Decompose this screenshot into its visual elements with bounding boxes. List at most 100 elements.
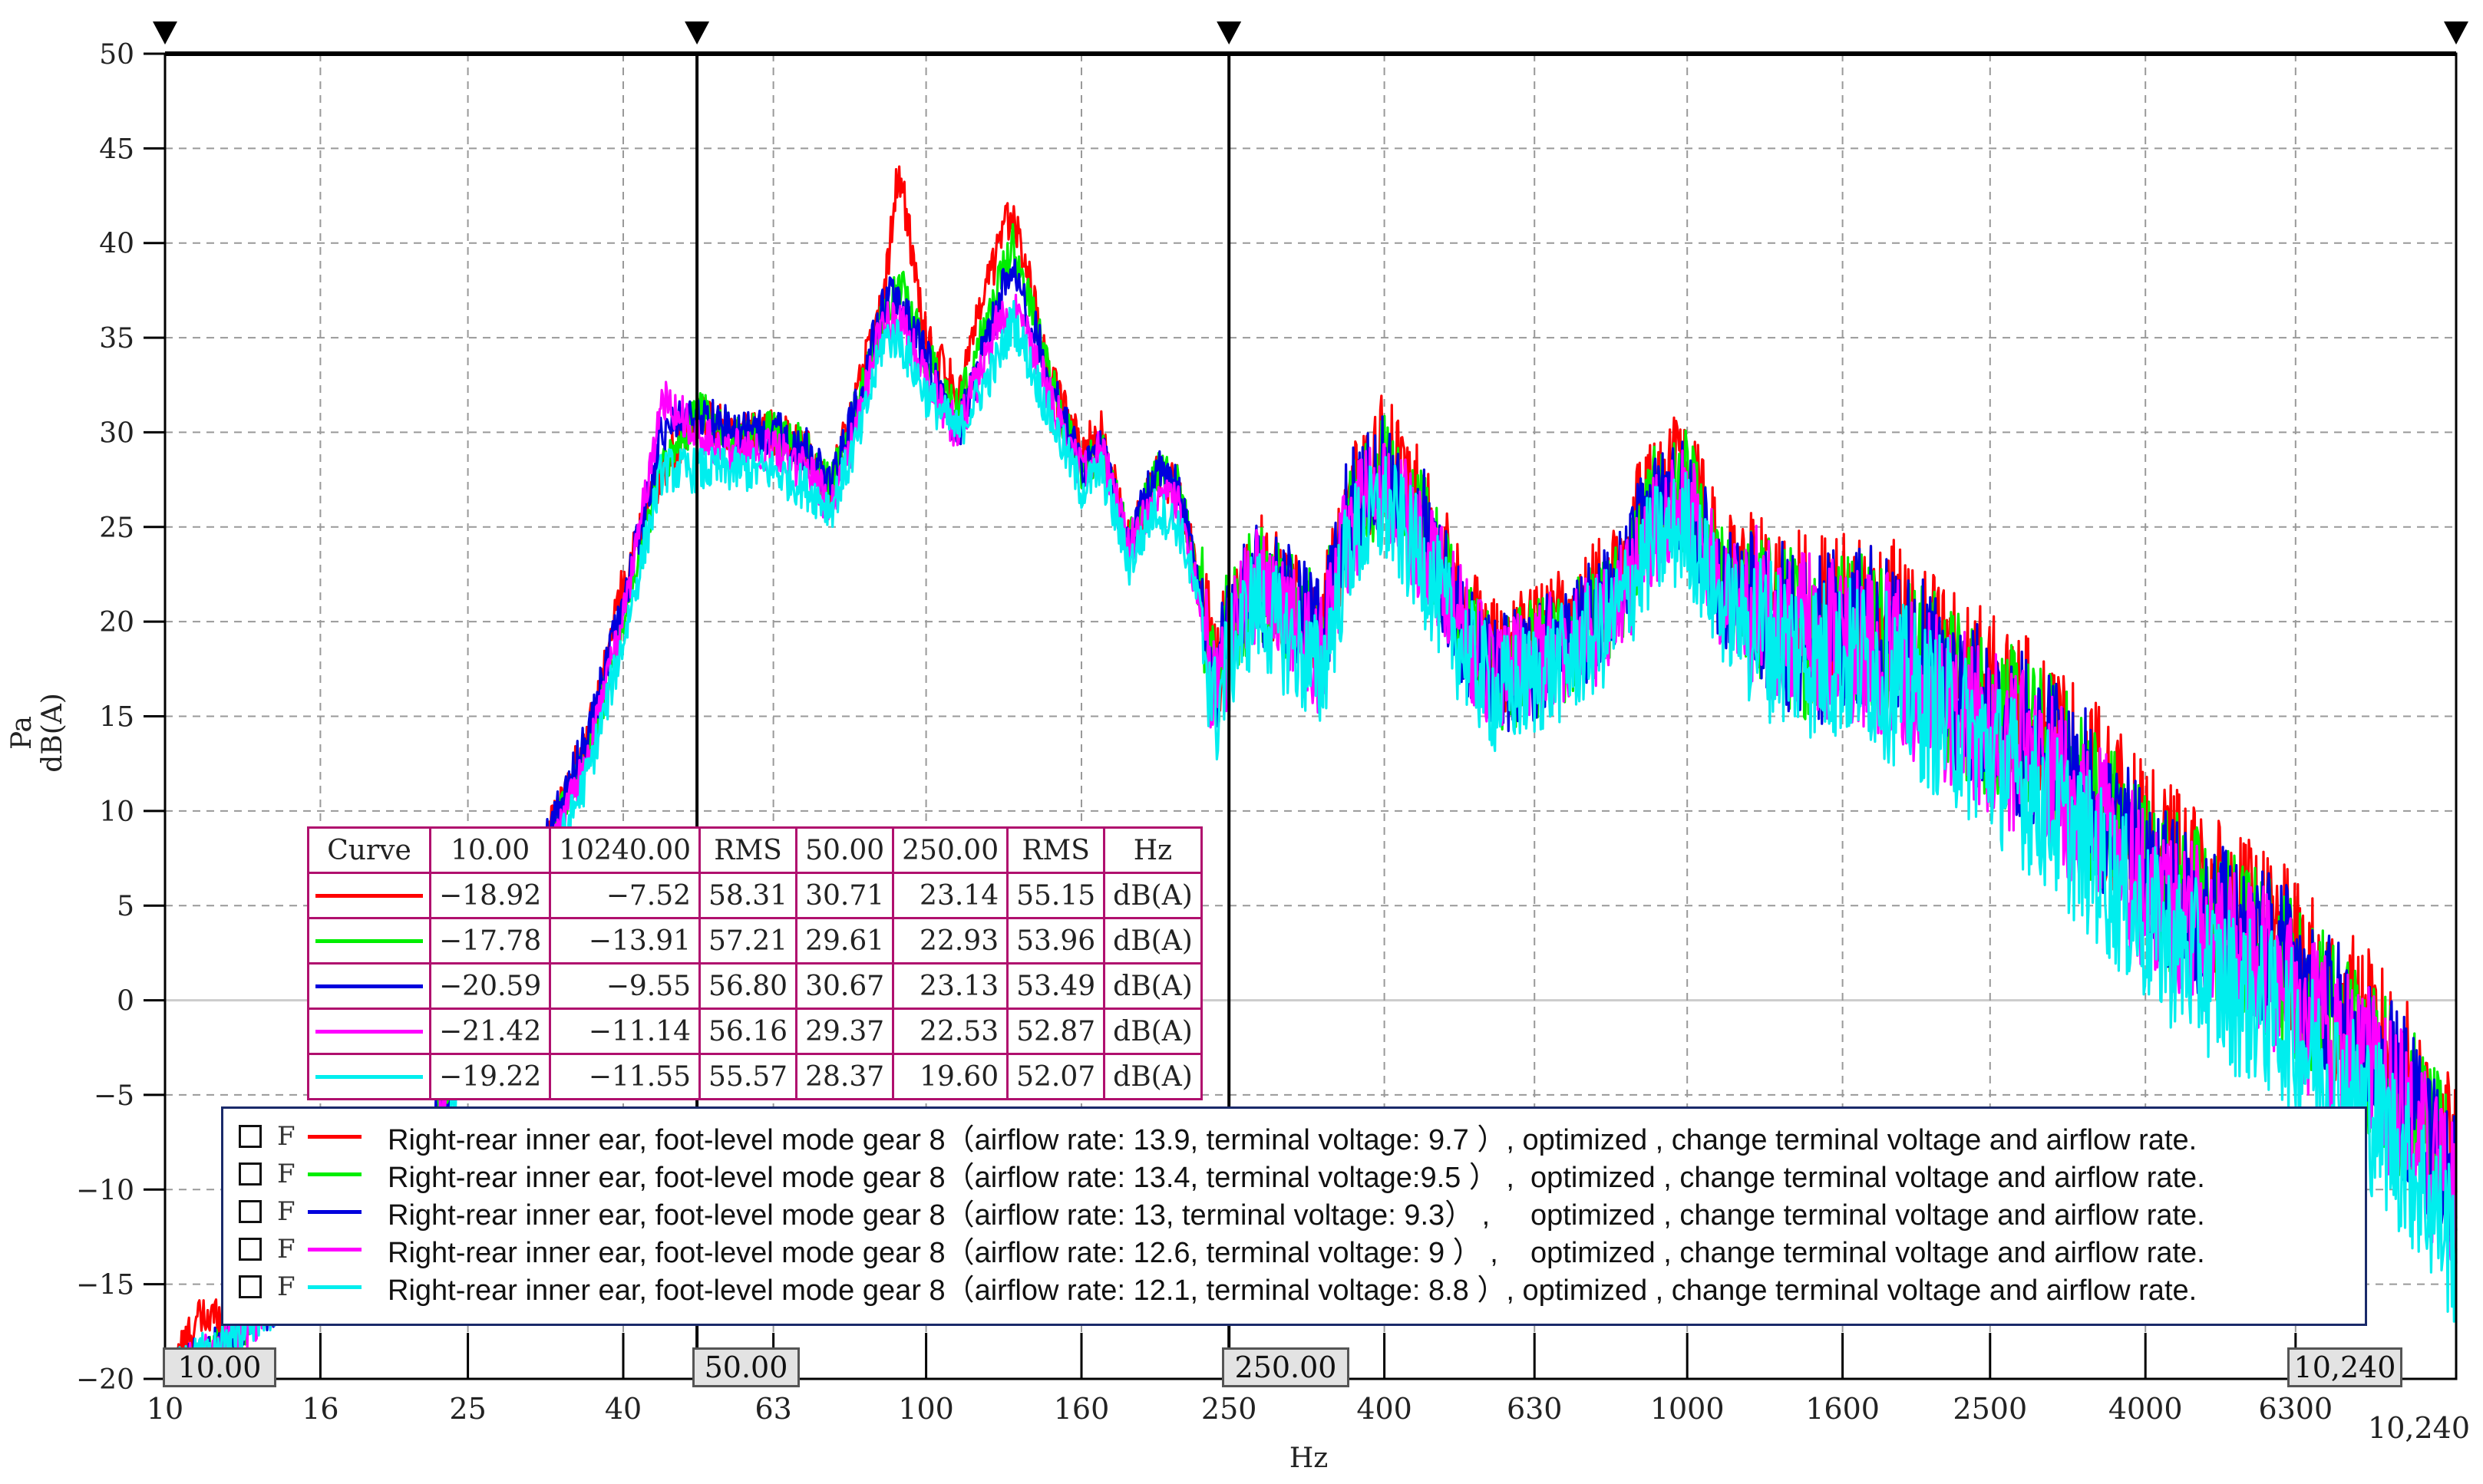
table-header-cell: RMS [698, 826, 798, 874]
curve-swatch [307, 1053, 431, 1100]
y-tick-label: 35 [99, 323, 134, 355]
table-cell: −11.55 [549, 1053, 702, 1100]
x-tick-label: 10 [147, 1392, 183, 1426]
table-cell: 22.53 [892, 1007, 1009, 1055]
cursor-tag-50[interactable]: 50.00 [692, 1347, 800, 1387]
table-header-row: Curve 10.00 10240.00 RMS 50.00 250.00 RM… [307, 826, 1203, 874]
y-tick-label: 0 [117, 986, 134, 1017]
table-row: −19.22 −11.55 55.57 28.37 19.60 52.07 dB… [307, 1053, 1203, 1100]
table-cell: 58.31 [698, 872, 798, 919]
legend-item: F Right-rear inner ear, foot-level mode … [239, 1118, 2197, 1156]
table-cell: 23.14 [892, 872, 1009, 919]
x-tick-label: 63 [754, 1392, 791, 1426]
x-tick-label: 160 [1054, 1392, 1110, 1426]
legend-line [308, 1172, 362, 1176]
curve-swatch [307, 872, 431, 919]
table-cell: −19.22 [428, 1053, 552, 1100]
legend-marker: F [277, 1196, 296, 1227]
y-axis-label-top: Pa [6, 716, 38, 750]
legend-line [308, 1284, 362, 1289]
curve-swatch [307, 1007, 431, 1055]
curve-swatch [307, 962, 431, 1010]
legend-checkbox[interactable] [239, 1238, 262, 1261]
table-cell: dB(A) [1103, 917, 1203, 965]
legend-checkbox[interactable] [239, 1162, 262, 1186]
table-cell: 55.57 [698, 1053, 798, 1100]
legend-text: Right-rear inner ear, foot-level mode ge… [388, 1199, 2205, 1232]
x-tick-label: 400 [1356, 1392, 1412, 1426]
x-tick-label: 40 [605, 1392, 642, 1426]
table-cell: 29.61 [795, 917, 895, 965]
x-tick-label: 630 [1507, 1392, 1563, 1426]
swatch-line [315, 1029, 423, 1034]
x-tick-label: 100 [898, 1392, 954, 1426]
cursor-tag-250[interactable]: 250.00 [1222, 1347, 1349, 1387]
y-tick-label: −15 [76, 1270, 134, 1301]
cursor-tag-label: 10.00 [177, 1350, 262, 1384]
y-tick-label: −20 [76, 1364, 134, 1396]
table-header-cell: Curve [307, 826, 431, 874]
legend-marker: F [277, 1159, 296, 1189]
cursor-table: Curve 10.00 10240.00 RMS 50.00 250.00 RM… [307, 826, 1203, 1100]
table-header-cell: 250.00 [892, 826, 1009, 874]
cursor-tag-label: 50.00 [704, 1350, 788, 1384]
swatch-line [315, 1074, 423, 1079]
table-cell: dB(A) [1103, 1007, 1203, 1055]
table-cell: 19.60 [892, 1053, 1009, 1100]
legend-item: F Right-rear inner ear, foot-level mode … [239, 1231, 2205, 1269]
table-header-cell: RMS [1006, 826, 1106, 874]
y-tick-label: 15 [99, 702, 134, 734]
legend-item: F Right-rear inner ear, foot-level mode … [239, 1193, 2205, 1232]
legend-text: Right-rear inner ear, foot-level mode ge… [388, 1161, 2205, 1194]
y-axis-label-bottom: dB(A) [37, 693, 68, 773]
x-tick-label: 2500 [1953, 1392, 2027, 1426]
table-cell: −17.78 [428, 917, 552, 965]
legend-marker: F [277, 1271, 296, 1302]
legend-checkbox[interactable] [239, 1200, 262, 1223]
y-tick-label: 20 [99, 607, 134, 638]
table-cell: 52.07 [1006, 1053, 1106, 1100]
x-tick-label: 250 [1201, 1392, 1257, 1426]
table-header-cell: 50.00 [795, 826, 895, 874]
table-cell: 28.37 [795, 1053, 895, 1100]
cursor-marker [2444, 21, 2468, 45]
table-row: −18.92 −7.52 58.31 30.71 23.14 55.15 dB(… [307, 872, 1203, 919]
legend-item: F Right-rear inner ear, foot-level mode … [239, 1156, 2205, 1194]
table-cell: dB(A) [1103, 1053, 1203, 1100]
table-cell: −20.59 [428, 962, 552, 1010]
cursor-marker [685, 21, 710, 45]
legend-checkbox[interactable] [239, 1275, 262, 1298]
cursor-tag-end[interactable]: 10,240 [2287, 1347, 2402, 1387]
table-header-cell: 10240.00 [549, 826, 702, 874]
table-cell: dB(A) [1103, 872, 1203, 919]
legend-item: F Right-rear inner ear, foot-level mode … [239, 1268, 2197, 1307]
legend-line [308, 1134, 362, 1139]
swatch-line [315, 893, 423, 898]
cursor-marker [1217, 21, 1242, 45]
table-cell: −7.52 [549, 872, 702, 919]
y-tick-label: 45 [99, 134, 134, 165]
table-header-cell: Hz [1103, 826, 1203, 874]
table-cell: 52.87 [1006, 1007, 1106, 1055]
x-tick-label: 6300 [2258, 1392, 2333, 1426]
legend-text: Right-rear inner ear, foot-level mode ge… [388, 1274, 2197, 1307]
cursor-marker [153, 21, 177, 45]
table-cell: 56.80 [698, 962, 798, 1010]
table-cell: −13.91 [549, 917, 702, 965]
cursor-tag-start[interactable]: 10.00 [163, 1347, 276, 1387]
legend-line [308, 1247, 362, 1252]
y-tick-label: 5 [117, 891, 134, 922]
table-cell: 30.71 [795, 872, 895, 919]
legend-marker: F [277, 1234, 296, 1265]
table-cell: −9.55 [549, 962, 702, 1010]
x-axis-label: Hz [1289, 1443, 1328, 1474]
table-row: −20.59 −9.55 56.80 30.67 23.13 53.49 dB(… [307, 962, 1203, 1010]
table-cell: 30.67 [795, 962, 895, 1010]
x-end-label: 10,240 [2368, 1411, 2470, 1445]
table-row: −17.78 −13.91 57.21 29.61 22.93 53.96 dB… [307, 917, 1203, 965]
y-tick-label: −5 [94, 1080, 134, 1112]
legend-checkbox[interactable] [239, 1125, 262, 1148]
legend-text: Right-rear inner ear, foot-level mode ge… [388, 1236, 2205, 1269]
x-tick-label: 1600 [1805, 1392, 1880, 1426]
table-cell: dB(A) [1103, 962, 1203, 1010]
